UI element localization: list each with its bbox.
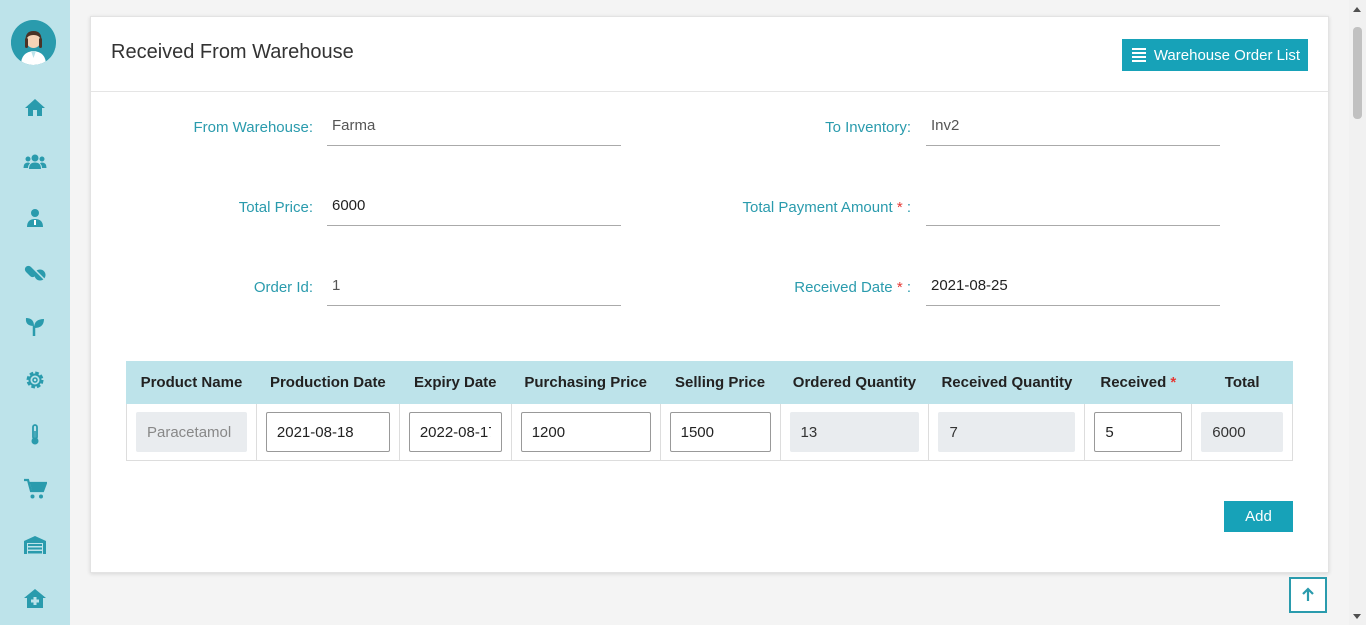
sidebar-item-temperature[interactable]: [0, 415, 70, 455]
thermometer-icon: [31, 424, 39, 445]
user-icon: [27, 209, 43, 227]
total-payment-amount-text: Total Payment Amount: [742, 199, 893, 216]
list-icon: [1131, 48, 1146, 62]
required-mark: *: [896, 279, 903, 296]
cell-total: [1191, 403, 1293, 461]
table-header-row: Product Name Production Date Expiry Date…: [126, 361, 1293, 404]
from-warehouse-field[interactable]: [327, 106, 621, 146]
card-header: Received From Warehouse Warehouse Order …: [91, 17, 1328, 92]
received-date-text: Received Date: [794, 279, 893, 296]
scroll-to-top-button[interactable]: [1289, 577, 1327, 613]
to-inventory-field[interactable]: [926, 106, 1220, 146]
column-header: Selling Price: [659, 361, 781, 404]
column-header: Product Name: [126, 361, 257, 404]
received-date-field[interactable]: [926, 266, 1220, 306]
warehouse-order-list-label: Warehouse Order List: [1153, 46, 1300, 64]
scroll-down-arrow[interactable]: [1353, 614, 1361, 619]
warehouse-icon: [24, 536, 46, 554]
order-id-field[interactable]: [327, 266, 621, 306]
column-header: Production Date: [255, 361, 400, 404]
production-date-input[interactable]: [265, 412, 390, 452]
expiry-date-input[interactable]: [408, 412, 502, 452]
total-price-label: Total Price:: [238, 199, 313, 216]
column-header: Ordered Quantity: [779, 361, 930, 404]
sidebar-item-plants[interactable]: [0, 306, 70, 346]
ordered-quantity-input[interactable]: [789, 412, 920, 452]
table-row: [126, 403, 1293, 461]
sidebar-item-cart[interactable]: [0, 469, 70, 509]
received-header-text: Received: [1100, 374, 1167, 391]
total-price-field[interactable]: [327, 186, 621, 226]
pills-icon: [24, 265, 46, 281]
sidebar: [0, 0, 70, 625]
vertical-scrollbar[interactable]: [1349, 0, 1366, 625]
total-input[interactable]: [1201, 412, 1283, 452]
total-payment-amount-label: Total Payment Amount * :: [651, 199, 911, 216]
users-icon: [23, 154, 47, 169]
from-warehouse-label: From Warehouse:: [193, 119, 313, 136]
doctor-avatar-icon: [11, 20, 56, 65]
received-quantity-input[interactable]: [938, 412, 1076, 452]
sidebar-item-clinic[interactable]: [0, 579, 70, 619]
required-mark: *: [1170, 374, 1177, 391]
column-header: Received Quantity: [928, 361, 1086, 404]
column-header: Purchasing Price: [510, 361, 661, 404]
received-input[interactable]: [1094, 412, 1183, 452]
product-name-input[interactable]: [136, 412, 247, 452]
products-table: Product Name Production Date Expiry Date…: [126, 361, 1293, 461]
arrow-up-icon: [1302, 587, 1314, 601]
column-header: Expiry Date: [398, 361, 512, 404]
cell-ordered-quantity: [779, 403, 930, 461]
scroll-up-arrow[interactable]: [1353, 7, 1361, 12]
cell-purchasing-price: [510, 403, 661, 461]
received-from-warehouse-card: Received From Warehouse Warehouse Order …: [90, 16, 1329, 573]
seedling-icon: [25, 318, 44, 336]
avatar[interactable]: [11, 20, 56, 65]
column-header-received: Received *: [1084, 361, 1193, 404]
sidebar-item-medicines[interactable]: [0, 252, 70, 292]
sidebar-item-home[interactable]: [0, 88, 70, 128]
cell-production-date: [255, 403, 400, 461]
clinic-icon: [24, 589, 46, 608]
home-icon: [25, 99, 45, 116]
add-button[interactable]: Add: [1224, 501, 1293, 532]
cell-selling-price: [659, 403, 781, 461]
sidebar-item-doctor[interactable]: [0, 198, 70, 238]
total-payment-amount-field[interactable]: [926, 186, 1220, 226]
column-header: Total: [1191, 361, 1293, 404]
label-colon: :: [906, 279, 911, 296]
required-mark: *: [896, 199, 903, 216]
received-date-label: Received Date * :: [691, 279, 911, 296]
order-id-label: Order Id:: [253, 279, 313, 296]
to-inventory-label: To Inventory:: [825, 119, 911, 136]
cell-received-quantity: [928, 403, 1086, 461]
cart-icon: [24, 478, 47, 499]
gear-icon: [26, 371, 44, 389]
label-colon: :: [906, 199, 911, 216]
page-title: Received From Warehouse: [111, 41, 354, 63]
scroll-thumb[interactable]: [1353, 27, 1362, 119]
sidebar-item-users[interactable]: [0, 142, 70, 182]
cell-received: [1084, 403, 1193, 461]
sidebar-item-warehouse[interactable]: [0, 525, 70, 565]
warehouse-order-list-button[interactable]: Warehouse Order List: [1121, 39, 1308, 71]
sidebar-item-settings[interactable]: [0, 360, 70, 400]
selling-price-input[interactable]: [669, 412, 771, 452]
purchasing-price-input[interactable]: [520, 412, 651, 452]
cell-expiry-date: [398, 403, 512, 461]
cell-product-name: [126, 403, 257, 461]
